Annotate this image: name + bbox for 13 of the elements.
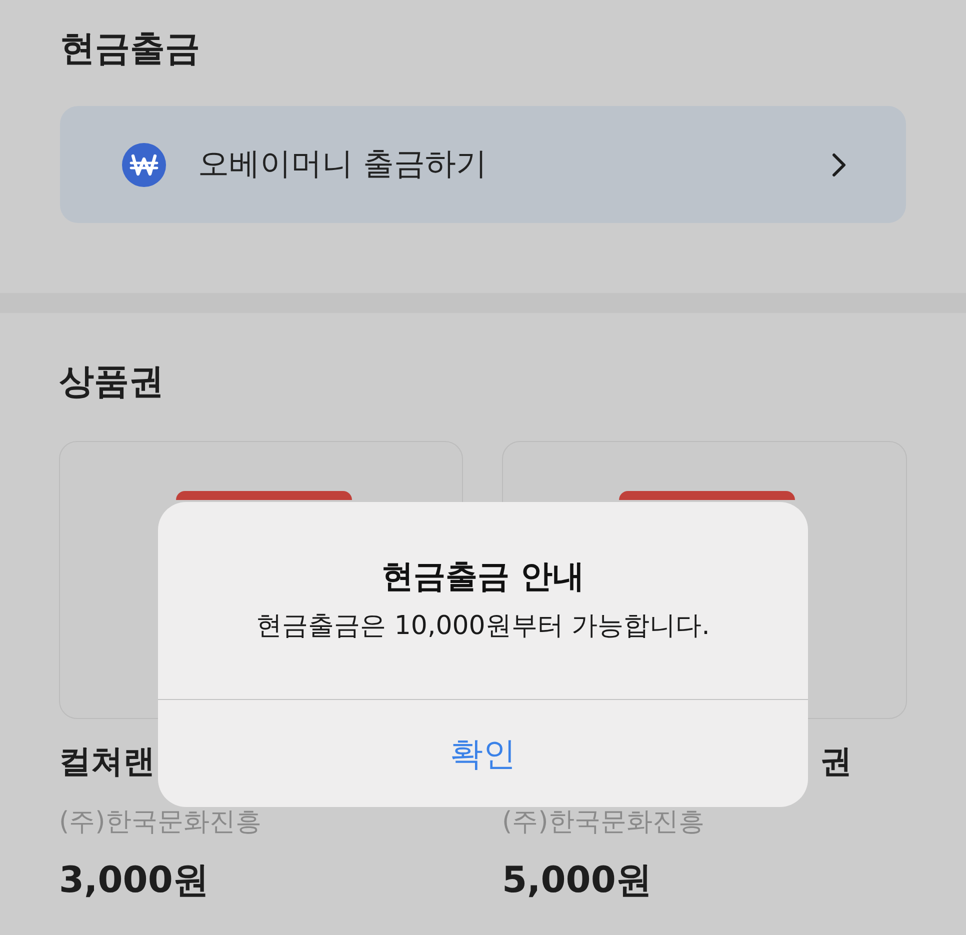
won-coin-icon xyxy=(122,142,166,186)
alert-title: 현금출금 안내 xyxy=(381,556,585,597)
section-heading: 상품권 xyxy=(59,361,164,403)
section-heading: 현금출금 xyxy=(60,28,200,70)
gift-card-name: 권 xyxy=(820,741,852,781)
gift-card-issuer: (주)한국문화진흥 xyxy=(502,807,704,838)
gift-card-name: 컬쳐랜 xyxy=(59,741,155,781)
gift-card-issuer: (주)한국문화진흥 xyxy=(59,807,262,838)
alert-message: 현금출금은 10,000원부터 가능합니다. xyxy=(256,610,710,643)
chevron-right-icon xyxy=(832,152,846,176)
gift-card-price: 5,000원 xyxy=(502,859,652,902)
gift-card-price: 3,000원 xyxy=(59,859,209,902)
withdraw-button[interactable]: 오베이머니 출금하기 xyxy=(60,106,906,223)
